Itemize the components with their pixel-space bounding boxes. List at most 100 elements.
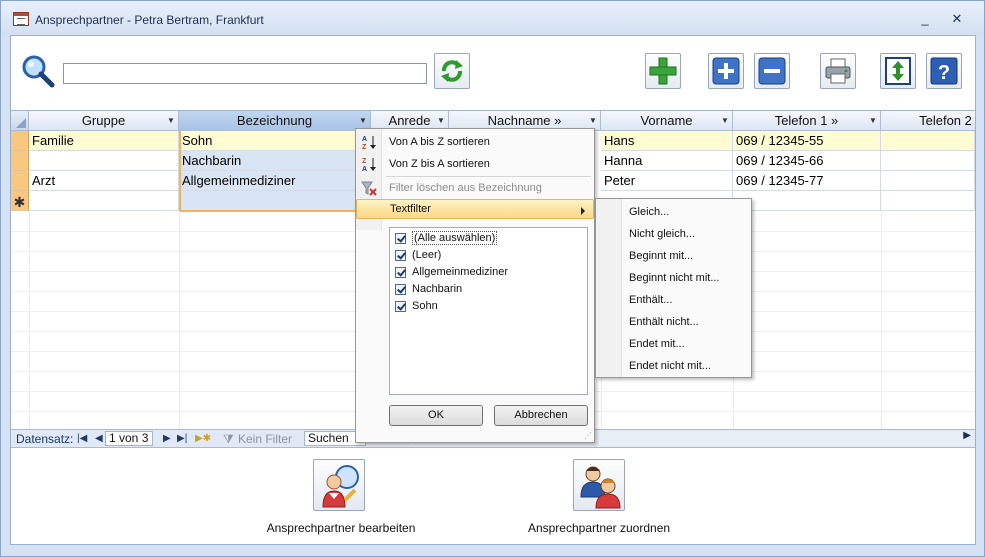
edit-contact-button[interactable] <box>313 459 365 511</box>
sort-za-icon: Z A <box>362 158 376 172</box>
current-record-field[interactable]: 1 von 3 <box>105 431 153 446</box>
column-header-gruppe[interactable]: Gruppe ▼ <box>29 111 179 131</box>
text-filter-item[interactable]: Textfilter <box>356 199 594 219</box>
search-input[interactable] <box>63 63 427 84</box>
add-button[interactable] <box>708 53 744 89</box>
filter-value-item[interactable]: Nachbarin <box>394 281 462 298</box>
scroll-right-icon[interactable]: ▶ <box>963 430 971 441</box>
select-all-corner[interactable] <box>11 111 29 131</box>
help-button[interactable]: ? <box>926 53 962 89</box>
filter-value-label: Nachbarin <box>412 283 463 295</box>
column-filter-menu: A Z Von A bis Z sortieren Z A Von Z bis … <box>355 128 595 443</box>
filter-value-item[interactable]: Allgemeinmediziner <box>394 264 508 281</box>
printer-icon <box>825 58 851 84</box>
submenu-arrow-icon <box>581 207 585 215</box>
clear-filter-item[interactable]: Filter löschen aus Bezeichnung <box>356 177 594 199</box>
resize-button[interactable] <box>880 53 916 89</box>
cell-telefon1[interactable]: 069 / 12345-55 <box>733 131 881 151</box>
cell-vorname[interactable]: Hanna <box>601 151 733 171</box>
dropdown-arrow-icon[interactable]: ▼ <box>437 117 445 125</box>
cell-telefon1[interactable]: 069 / 12345-66 <box>733 151 881 171</box>
dropdown-arrow-icon[interactable]: ▼ <box>359 117 367 125</box>
title-bar: Ansprechpartner - Petra Bertram, Frankfu… <box>1 1 984 35</box>
cell-telefon2[interactable] <box>881 191 975 211</box>
close-button[interactable]: ✕ <box>944 9 970 29</box>
resize-grip-icon[interactable]: ⋰ <box>584 432 592 440</box>
cell-vorname[interactable]: Hans <box>601 131 733 151</box>
expand-vertical-icon <box>885 57 911 85</box>
column-header-vorname[interactable]: Vorname ▼ <box>601 111 733 131</box>
svg-text:?: ? <box>938 62 950 84</box>
assign-contact-button[interactable] <box>573 459 625 511</box>
filter-value-item[interactable]: (Leer) <box>394 247 441 264</box>
sort-ascending-item[interactable]: A Z Von A bis Z sortieren <box>356 131 594 153</box>
cell-bezeichnung[interactable]: Nachbarin <box>179 151 371 171</box>
cell-vorname[interactable]: Peter <box>601 171 733 191</box>
print-button[interactable] <box>820 53 856 89</box>
first-record-icon[interactable]: |◀ <box>77 433 87 444</box>
checkbox-checked-icon[interactable] <box>395 284 406 295</box>
last-record-icon[interactable]: ▶| <box>177 433 187 444</box>
help-icon: ? <box>930 57 958 85</box>
dropdown-arrow-icon[interactable]: ▼ <box>589 117 597 125</box>
cell-gruppe[interactable]: Familie <box>29 131 179 151</box>
cell-telefon2[interactable] <box>881 131 975 151</box>
filter-not-ends-with-item[interactable]: Endet nicht mit... <box>629 355 711 377</box>
contact-edit-icon <box>322 465 359 508</box>
cell-gruppe[interactable] <box>29 191 179 211</box>
row-selector[interactable] <box>11 151 29 171</box>
cell-telefon2[interactable] <box>881 171 975 191</box>
minimize-button[interactable]: _ <box>912 9 938 29</box>
clear-filter-icon <box>361 181 377 196</box>
cell-gruppe[interactable] <box>29 151 179 171</box>
filter-not-begins-with-item[interactable]: Beginnt nicht mit... <box>629 267 720 289</box>
refresh-button[interactable] <box>434 53 470 89</box>
cell-telefon1[interactable] <box>733 191 881 211</box>
filter-not-contains-item[interactable]: Enthält nicht... <box>629 311 699 333</box>
filter-value-item[interactable]: (Alle auswählen) <box>394 230 498 247</box>
filter-begins-with-item[interactable]: Beginnt mit... <box>629 245 693 267</box>
filter-not-equals-item[interactable]: Nicht gleich... <box>629 223 695 245</box>
filter-ok-button[interactable]: OK <box>389 405 483 426</box>
no-filter-button[interactable]: Kein Filter <box>238 432 292 446</box>
filter-ends-with-item[interactable]: Endet mit... <box>629 333 685 355</box>
contacts-group-icon <box>580 466 621 509</box>
svg-text:Z: Z <box>362 158 367 165</box>
dropdown-arrow-icon[interactable]: ▼ <box>721 117 729 125</box>
checkbox-checked-icon[interactable] <box>395 250 406 261</box>
checkbox-checked-icon[interactable] <box>395 267 406 278</box>
column-header-bezeichnung[interactable]: Bezeichnung ▼ <box>179 111 371 131</box>
grid-line <box>881 211 882 429</box>
dropdown-arrow-icon[interactable]: ▼ <box>167 117 175 125</box>
text-filter-submenu: Gleich... Nicht gleich... Beginnt mit...… <box>595 198 752 378</box>
previous-record-icon[interactable]: ◀ <box>95 433 103 444</box>
column-header-telefon2[interactable]: Telefon 2 <box>881 111 975 131</box>
row-selector[interactable] <box>11 131 29 151</box>
edit-contact-label: Ansprechpartner bearbeiten <box>266 521 416 535</box>
text-filter-label: Textfilter <box>390 203 431 215</box>
filter-equals-item[interactable]: Gleich... <box>629 201 669 223</box>
clear-filter-label: Filter löschen aus Bezeichnung <box>389 182 542 194</box>
new-record-nav-icon[interactable]: ▶✱ <box>195 433 211 444</box>
cell-telefon1[interactable]: 069 / 12345-77 <box>733 171 881 191</box>
filter-contains-item[interactable]: Enthält... <box>629 289 672 311</box>
filter-cancel-button[interactable]: Abbrechen <box>494 405 588 426</box>
cell-telefon2[interactable] <box>881 151 975 171</box>
filter-value-label: (Leer) <box>412 249 442 261</box>
next-record-icon[interactable]: ▶ <box>163 433 171 444</box>
cell-gruppe[interactable]: Arzt <box>29 171 179 191</box>
column-header-telefon1[interactable]: Telefon 1 » ▼ <box>733 111 881 131</box>
remove-button[interactable] <box>754 53 790 89</box>
new-record-button[interactable] <box>645 53 681 89</box>
dropdown-arrow-icon[interactable]: ▼ <box>869 117 877 125</box>
new-row-marker[interactable]: ✱ <box>11 191 29 211</box>
filter-value-item[interactable]: Sohn <box>394 298 438 315</box>
checkbox-checked-icon[interactable] <box>395 233 406 244</box>
cell-bezeichnung[interactable]: Allgemeinmediziner <box>179 171 371 191</box>
cell-bezeichnung[interactable] <box>179 191 371 211</box>
svg-text:A: A <box>362 166 367 172</box>
checkbox-checked-icon[interactable] <box>395 301 406 312</box>
row-selector[interactable] <box>11 171 29 191</box>
sort-descending-item[interactable]: Z A Von Z bis A sortieren <box>356 153 594 175</box>
cell-bezeichnung[interactable]: Sohn <box>179 131 371 151</box>
